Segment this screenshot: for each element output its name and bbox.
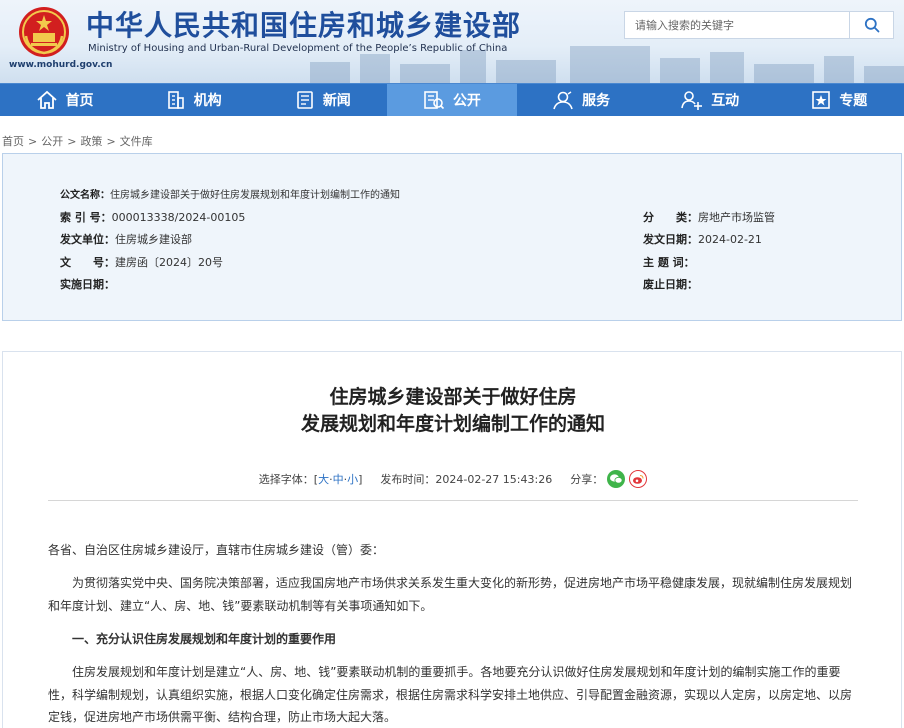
nav-item-interaction[interactable]: 互动: [646, 84, 775, 116]
search-icon: [864, 17, 879, 33]
meta-label: 实施日期：: [60, 278, 115, 291]
nav-item-topic[interactable]: 专题: [775, 84, 904, 116]
publish-label: 发布时间：: [380, 473, 436, 486]
nav-item-news[interactable]: 新闻: [258, 84, 387, 116]
breadcrumb-home[interactable]: 首页: [2, 135, 24, 148]
topic-icon: [812, 91, 831, 109]
disclosure-icon: [424, 91, 445, 110]
share-bar: 分享：: [570, 470, 648, 488]
breadcrumb-policy[interactable]: 政策: [80, 135, 102, 148]
meta-index: 索 引 号：000013338/2024-00105: [60, 209, 245, 225]
breadcrumb-library[interactable]: 文件库: [120, 135, 153, 148]
service-icon: [553, 91, 573, 110]
breadcrumb-separator: >: [106, 135, 116, 148]
meta-doc-name: 公文名称：住房城乡建设部关于做好住房发展规划和年度计划编制工作的通知: [60, 186, 400, 201]
article-paragraph: 住房发展规划和年度计划是建立“人、房、地、钱”要素联动机制的重要抓手。各地要充分…: [48, 665, 853, 724]
site-title-english: Ministry of Housing and Urban-Rural Deve…: [88, 43, 508, 54]
meta-label: 公文名称：: [60, 190, 110, 201]
nav-item-service[interactable]: 服务: [517, 84, 646, 116]
meta-category: 分 类：房地产市场监管: [643, 209, 775, 225]
nav-item-disclosure[interactable]: 公开: [387, 84, 517, 116]
article-body: 住房城乡建设部关于做好住房 发展规划和年度计划编制工作的通知 选择字体：[ 大 …: [2, 351, 902, 728]
nav-item-organization[interactable]: 机构: [129, 84, 258, 116]
meta-value: 2024-02-21: [698, 233, 762, 246]
news-icon: [297, 91, 313, 109]
meta-label: 废止日期：: [643, 278, 698, 291]
font-select-label: 选择字体：[: [258, 473, 319, 486]
nav-item-label: 互动: [711, 93, 740, 109]
site-header: www.mohurd.gov.cn 中华人民共和国住房和城乡建设部 Minist…: [0, 0, 904, 83]
meta-label: 分 类：: [643, 211, 698, 224]
building-icon: [167, 91, 184, 109]
breadcrumb: 首页 > 公开 > 政策 > 文件库: [2, 133, 153, 149]
meta-label: 主 题 词：: [643, 256, 695, 269]
site-title[interactable]: 中华人民共和国住房和城乡建设部: [86, 4, 521, 44]
document-meta-box: 公文名称：住房城乡建设部关于做好住房发展规划和年度计划编制工作的通知 索 引 号…: [2, 153, 902, 321]
meta-value: 住房城乡建设部关于做好住房发展规划和年度计划编制工作的通知: [110, 190, 400, 201]
font-medium-button[interactable]: 中: [333, 471, 344, 487]
nav-item-label: 新闻: [322, 93, 351, 109]
meta-value: 000013338/2024-00105: [111, 211, 246, 224]
meta-effective-date: 实施日期：: [60, 276, 115, 292]
meta-label: 发文日期：: [643, 233, 698, 246]
nav-item-home[interactable]: 首页: [0, 84, 129, 116]
font-large-button[interactable]: 大: [318, 471, 329, 487]
breadcrumb-separator: >: [67, 135, 77, 148]
search-button[interactable]: [849, 11, 894, 39]
article-title-line-1: 住房城乡建设部关于做好住房: [329, 386, 577, 408]
article-title-line-2: 发展规划和年度计划编制工作的通知: [300, 413, 605, 435]
meta-value: 建房函〔2024〕20号: [115, 256, 223, 269]
meta-expiry-date: 废止日期：: [643, 276, 698, 292]
info-divider: [48, 500, 858, 501]
home-icon: [36, 90, 57, 109]
publish-time: 发布时间： 2024-02-27 15:43:26: [380, 471, 552, 487]
share-label: 分享：: [570, 473, 604, 486]
meta-issuer: 发文单位：住房城乡建设部: [60, 231, 192, 247]
search-input[interactable]: [624, 11, 849, 39]
nav-item-label: 机构: [193, 93, 222, 109]
meta-value: 房地产市场监管: [698, 211, 775, 224]
article-paragraph: 为贯彻落实党中央、国务院决策部署，适应我国房地产市场供求关系发生重大变化的新形势…: [48, 576, 853, 613]
weibo-share-icon[interactable]: [629, 470, 648, 488]
font-small-button[interactable]: 小: [347, 471, 358, 487]
font-size-selector: 选择字体：[ 大 · 中 · 小 ]: [259, 471, 363, 487]
nav-item-label: 服务: [582, 93, 611, 109]
meta-label: 索 引 号：: [60, 211, 112, 224]
national-emblem-logo: [19, 7, 69, 57]
breadcrumb-separator: >: [28, 135, 38, 148]
main-nav: 首页 机构 新闻 公开 服务 互动 专题: [0, 83, 904, 116]
font-select-close: ]: [358, 472, 363, 486]
meta-label: 发文单位：: [60, 233, 115, 246]
nav-item-label: 公开: [452, 93, 481, 109]
wechat-share-icon[interactable]: [607, 470, 626, 488]
article-salutation: 各省、自治区住房城乡建设厅，直辖市住房城乡建设（管）委：: [48, 543, 385, 557]
meta-issue-date: 发文日期：2024-02-21: [643, 231, 762, 247]
nav-item-label: 专题: [839, 93, 868, 109]
nav-item-label: 首页: [65, 93, 94, 109]
publish-time-value: 2024-02-27 15:43:26: [435, 472, 553, 486]
meta-doc-number: 文 号：建房函〔2024〕20号: [60, 254, 223, 270]
breadcrumb-disclosure[interactable]: 公开: [41, 135, 63, 148]
article-info-bar: 选择字体：[ 大 · 中 · 小 ] 发布时间： 2024-02-27 15:4…: [3, 469, 903, 489]
interaction-icon: [681, 91, 703, 110]
meta-label: 文 号：: [60, 256, 115, 269]
article-section-heading: 一、充分认识住房发展规划和年度计划的重要作用: [72, 632, 337, 646]
meta-subject: 主 题 词：: [643, 254, 695, 270]
site-url: www.mohurd.gov.cn: [9, 60, 113, 70]
meta-value: 住房城乡建设部: [115, 233, 192, 246]
